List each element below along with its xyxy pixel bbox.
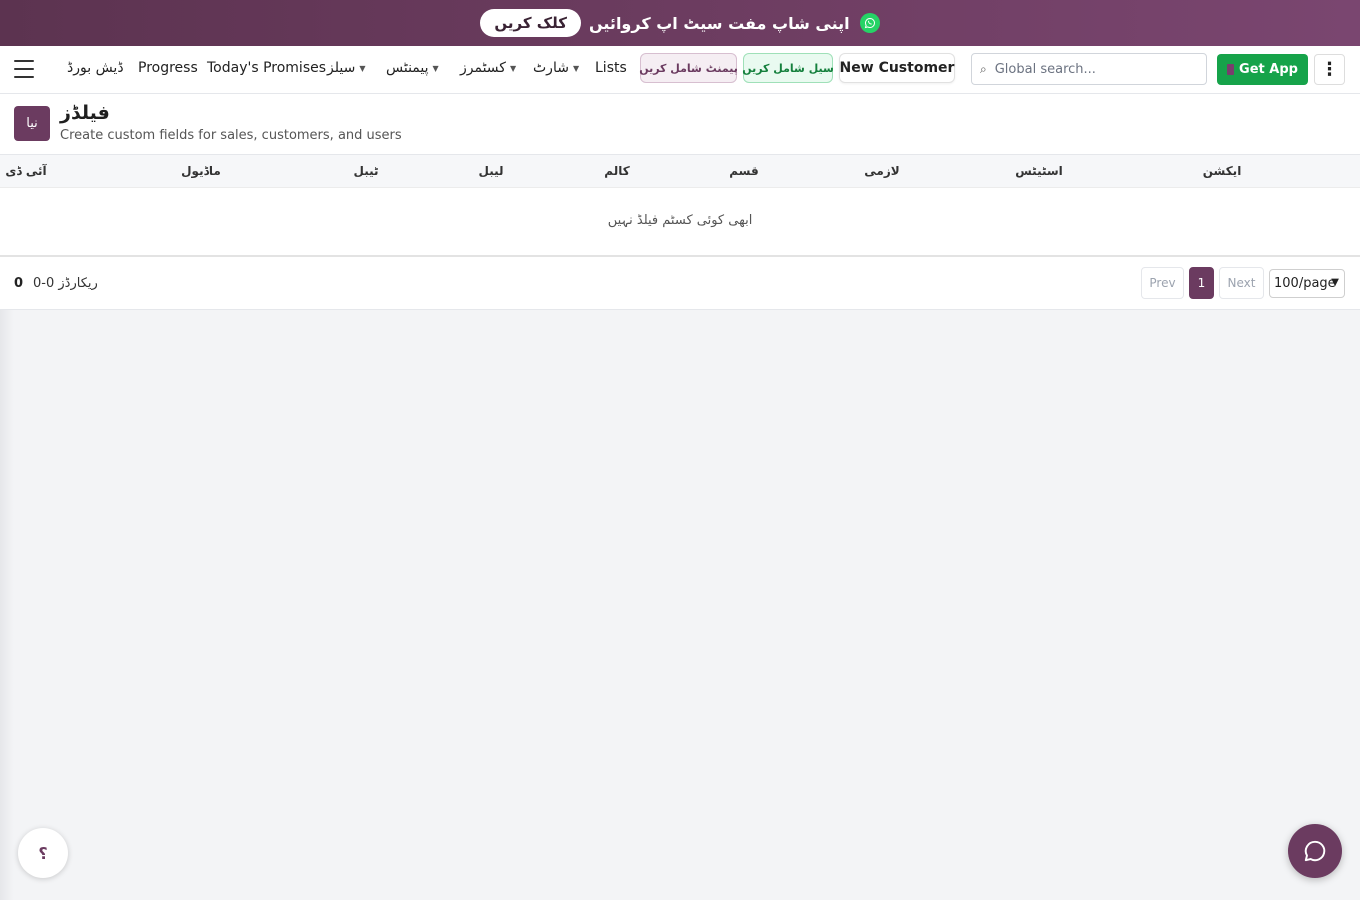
global-search-input[interactable] <box>992 60 1197 78</box>
get-app-label: Get App <box>1239 62 1298 77</box>
chat-bubble-icon[interactable] <box>1288 824 1342 878</box>
left-edge-shadow <box>0 310 14 900</box>
table-footer: 0 ریکارڈز 0-0 Prev 1 Next 100/page ▼ <box>0 257 1360 310</box>
column-header-module[interactable]: ماڈیول <box>181 164 221 178</box>
search-icon: ⌕ <box>980 61 987 76</box>
caret-down-icon: ▼ <box>572 63 580 73</box>
nav-lists[interactable]: Lists <box>595 60 627 76</box>
global-search[interactable]: ⌕ <box>971 53 1207 85</box>
record-count: 0 <box>14 276 24 291</box>
phone-icon <box>1227 64 1235 75</box>
help-button[interactable]: ؟ <box>18 828 68 878</box>
nav-payments[interactable]: پیمنٹس ▼ <box>386 60 439 76</box>
column-header-column[interactable]: کالم <box>604 164 629 178</box>
page-subtitle: Create custom fields for sales, customer… <box>60 128 402 143</box>
more-options-icon[interactable]: ⋮ <box>1314 54 1345 85</box>
new-field-button[interactable]: نیا <box>14 106 50 141</box>
per-page-value: 100/page <box>1274 276 1336 291</box>
caret-down-icon: ▼ <box>359 63 366 73</box>
nav-todays-promises[interactable]: Today's Promises <box>207 60 326 76</box>
nav-customers[interactable]: کسٹمرز ▼ <box>460 60 516 76</box>
caret-down-icon: ▼ <box>432 63 439 73</box>
empty-state-message: ابھی کوئی کسٹم فیلڈ نہیں <box>607 213 753 228</box>
banner-click-button[interactable]: کلک کریں <box>480 9 581 37</box>
per-page-select[interactable]: 100/page ▼ <box>1269 269 1345 298</box>
nav-sales[interactable]: سیلز ▼ <box>327 60 365 76</box>
column-header-type[interactable]: قسم <box>729 164 758 178</box>
promo-banner: اپنی شاپ مفت سیٹ اپ کروائیں کلک کریں <box>0 0 1360 46</box>
chevron-down-icon: ▼ <box>1331 277 1339 288</box>
top-navbar: ڈیش بورڈ Progress Today's Promises سیلز ▼… <box>0 46 1360 94</box>
nav-shortcuts[interactable]: شارٹ ▼ <box>533 60 579 76</box>
hamburger-menu-icon[interactable] <box>14 60 34 78</box>
add-payment-button[interactable]: پیمنٹ شامل کریں <box>639 53 738 83</box>
column-header-table[interactable]: ٹیبل <box>353 164 378 178</box>
table-header: آئی ڈی ماڈیول ٹیبل لیبل کالم قسم لازمی ا… <box>0 155 1360 188</box>
column-header-status[interactable]: اسٹیٹس <box>1015 164 1063 178</box>
whatsapp-icon[interactable] <box>859 13 880 33</box>
page-1-button[interactable]: 1 <box>1189 267 1214 299</box>
get-app-button[interactable]: Get App <box>1217 54 1308 85</box>
new-customer-button[interactable]: New Customer <box>839 53 955 83</box>
table-body: ابھی کوئی کسٹم فیلڈ نہیں <box>0 188 1360 257</box>
prev-page-button[interactable]: Prev <box>1141 267 1184 299</box>
record-range: ریکارڈز 0-0 <box>33 276 98 291</box>
page-header: نیا فیلڈز Create custom fields for sales… <box>0 94 1360 155</box>
next-page-button[interactable]: Next <box>1219 267 1264 299</box>
column-header-label[interactable]: لیبل <box>478 164 503 178</box>
column-header-action[interactable]: ایکشن <box>1203 164 1242 178</box>
caret-down-icon: ▼ <box>509 63 517 73</box>
add-sale-button[interactable]: سیل شامل کریں <box>742 53 834 83</box>
banner-text: اپنی شاپ مفت سیٹ اپ کروائیں <box>589 13 850 33</box>
nav-dashboard[interactable]: ڈیش بورڈ <box>67 60 124 76</box>
nav-progress[interactable]: Progress <box>138 60 198 76</box>
page-title: فیلڈز <box>60 102 110 124</box>
column-header-id[interactable]: آئی ڈی <box>5 164 46 178</box>
column-header-required[interactable]: لازمی <box>864 164 899 178</box>
